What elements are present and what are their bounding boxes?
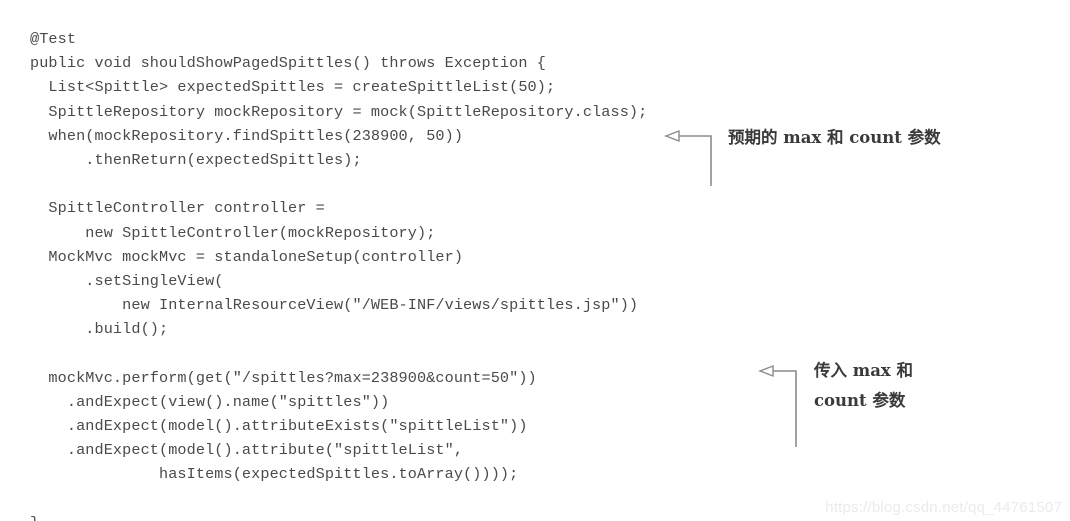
code-figure-page: @Test public void shouldShowPagedSpittle…	[0, 0, 1070, 521]
code-line: mockMvc.perform(get("/spittles?max=23890…	[30, 368, 537, 387]
code-line: SpittleRepository mockRepository = mock(…	[30, 102, 648, 121]
code-listing: @Test public void shouldShowPagedSpittle…	[30, 27, 730, 521]
code-line: .andExpect(view().name("spittles"))	[30, 392, 390, 411]
code-line: .setSingleView(	[30, 271, 224, 290]
code-line: MockMvc mockMvc = standaloneSetup(contro…	[30, 247, 464, 266]
annotation-expected-params-text: 预期的 max 和 count 参数	[728, 128, 941, 147]
code-line: SpittleController controller =	[30, 199, 325, 218]
code-line: .andExpect(model().attribute("spittleLis…	[30, 441, 464, 460]
code-line: hasItems(expectedSpittles.toArray())));	[30, 465, 519, 484]
code-line: when(mockRepository.findSpittles(238900,…	[30, 126, 464, 145]
code-line: .build();	[30, 320, 169, 339]
code-line: public void shouldShowPagedSpittles() th…	[30, 54, 546, 73]
code-line: @Test	[30, 30, 77, 48]
code-line: new SpittleController(mockRepository);	[30, 223, 436, 242]
code-line: }	[30, 511, 730, 521]
annotation-leader-line-icon	[758, 364, 797, 447]
annotation-leader-line-icon	[664, 129, 712, 186]
code-line: .thenReturn(expectedSpittles);	[30, 150, 362, 169]
annotation-passed-params-line2: count 参数	[814, 391, 906, 410]
code-line: new InternalResourceView("/WEB-INF/views…	[30, 296, 639, 315]
annotation-passed-params-line1: 传入 max 和	[814, 361, 913, 380]
code-line: List<Spittle> expectedSpittles = createS…	[30, 78, 556, 97]
code-line: .andExpect(model().attributeExists("spit…	[30, 417, 528, 435]
watermark: https://blog.csdn.net/qq_44761507	[825, 499, 1062, 516]
